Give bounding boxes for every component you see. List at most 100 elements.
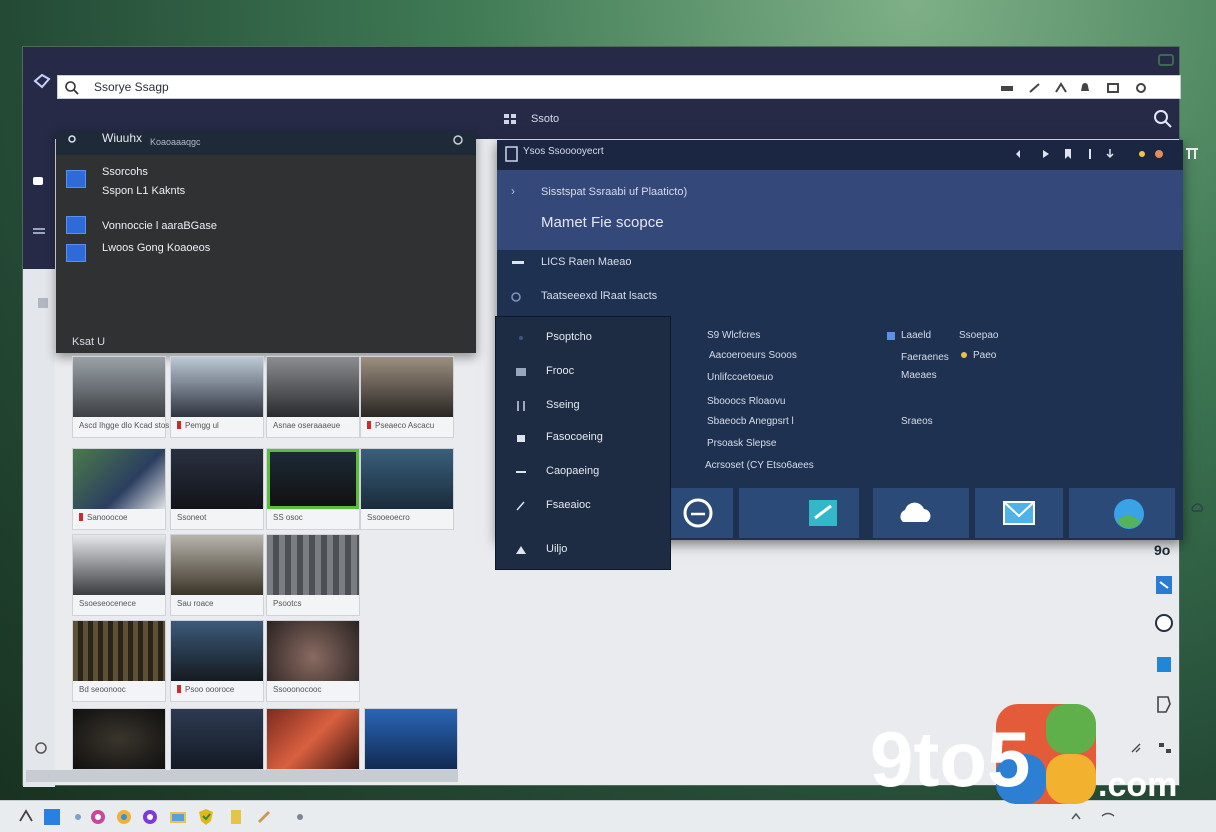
left-rail: [23, 139, 55, 269]
col2-item[interactable]: Acrsoset (CY Etso6aees: [705, 460, 814, 471]
photo-tile[interactable]: SS osoc: [266, 448, 360, 530]
picture-icon[interactable]: [37, 297, 49, 309]
explorer-icon[interactable]: [42, 807, 62, 827]
mail-tile[interactable]: [975, 488, 1063, 538]
settings-icon[interactable]: [1134, 82, 1148, 94]
menu-item-properties[interactable]: Psoptcho: [496, 323, 670, 353]
document-icon: [505, 146, 518, 162]
tools-icon[interactable]: [254, 807, 274, 827]
col3-item[interactable]: Maeaes: [901, 370, 937, 381]
globe-tile[interactable]: [1069, 488, 1175, 538]
avatar[interactable]: [1155, 150, 1163, 158]
menu-item-features[interactable]: Fsaeaioc: [496, 491, 670, 521]
chat-icon[interactable]: [31, 175, 47, 189]
col4-item[interactable]: Paeo: [973, 350, 996, 361]
col2-item[interactable]: Sbaeocb Anegpsrt l: [707, 416, 794, 427]
panel-item-2-line2[interactable]: Lwoos Gong Koaoeos: [102, 242, 210, 254]
cloud-tile[interactable]: [873, 488, 969, 538]
list-icon[interactable]: [31, 225, 47, 239]
col2-item[interactable]: Aacoeroeurs Sooos: [709, 350, 797, 361]
gear-icon[interactable]: [452, 134, 464, 146]
bookmark-icon[interactable]: [1063, 148, 1073, 160]
panel-item-2-line1[interactable]: Vonnoccie l aaraBGase: [102, 220, 217, 232]
photo-tile[interactable]: Bd seoonooc: [72, 620, 166, 702]
col2-item[interactable]: Sbooocs Rloaovu: [707, 396, 785, 407]
photo-tile[interactable]: [364, 708, 458, 770]
settings-app-icon[interactable]: [290, 807, 310, 827]
browser-icon[interactable]: [88, 807, 108, 827]
share-icon[interactable]: [1105, 148, 1115, 160]
col3-item[interactable]: Sraeos: [901, 416, 933, 427]
watermark-logo: 9to5 .com: [870, 704, 1177, 804]
expand-icon[interactable]: [1106, 82, 1120, 94]
tile-caption: Asnae oseraaaeue: [273, 421, 341, 430]
pin-icon[interactable]: [1085, 148, 1095, 160]
download-icon[interactable]: [1152, 574, 1176, 596]
firefox-icon[interactable]: [140, 807, 160, 827]
window-menu-icon[interactable]: [1157, 53, 1175, 67]
search-bar[interactable]: Ssorye Ssagp: [57, 75, 1181, 99]
menu-item-label: Uiljo: [546, 543, 568, 555]
undo-icon[interactable]: [1013, 148, 1027, 160]
search-icon: [65, 81, 79, 95]
start-icon[interactable]: [16, 807, 36, 827]
wifi-icon[interactable]: [1098, 807, 1118, 827]
photo-tile[interactable]: Ascd Ihgge dlo Kcad stos doo: [72, 356, 185, 438]
store-tile[interactable]: [739, 488, 859, 538]
close-icon[interactable]: [1185, 148, 1199, 160]
photo-tile[interactable]: Pseaeco Ascacu: [360, 356, 454, 438]
photo-tile[interactable]: Psootcs: [266, 534, 360, 616]
photo-tile[interactable]: [266, 708, 360, 770]
cloud-sync-icon[interactable]: [1190, 502, 1204, 514]
menu-item-copying[interactable]: Caopaeing: [496, 457, 670, 487]
photo-tile[interactable]: [72, 708, 166, 770]
notes-icon[interactable]: [226, 807, 246, 827]
help-icon[interactable]: [33, 741, 49, 755]
scrollbar[interactable]: [26, 770, 458, 782]
row-1[interactable]: LICS Raen Maeao: [541, 256, 632, 268]
col2-item[interactable]: Unlifccoetoeuo: [707, 372, 773, 383]
photo-tile[interactable]: Sanooocoe: [72, 448, 166, 530]
search-input[interactable]: Ssorye Ssagp: [94, 80, 169, 94]
panel-item-1-line1[interactable]: Ssorcohs: [102, 166, 148, 178]
redo-icon[interactable]: [1041, 148, 1051, 160]
photo-tile[interactable]: Sau roace: [170, 534, 264, 616]
smiley-icon[interactable]: [1152, 612, 1176, 634]
menu-item-frooc[interactable]: Frooc: [496, 357, 670, 387]
col3-item[interactable]: Faeraenes: [901, 352, 949, 363]
tile-caption: Ascd Ihgge dlo Kcad stos doo: [79, 421, 185, 430]
col4-item[interactable]: Ssoepao: [959, 330, 998, 341]
minimize-icon[interactable]: [1000, 82, 1014, 94]
tray-icon[interactable]: [1066, 807, 1086, 827]
col2-item[interactable]: S9 Wlcfcres: [707, 330, 760, 341]
panel-item-1-line2[interactable]: Sspon L1 Kaknts: [102, 185, 185, 197]
photo-tile[interactable]: Asnae oseraaaeue: [266, 356, 360, 438]
row-2[interactable]: Taatseeexd lRaat lsacts: [541, 290, 657, 302]
photo-tile[interactable]: Ssooeoecro: [360, 448, 454, 530]
magnifier-icon[interactable]: [1153, 109, 1173, 129]
menu-item-settings[interactable]: Sseing: [496, 391, 670, 421]
item-icon: [66, 244, 86, 262]
photo-tile[interactable]: Pemgg ul: [170, 356, 264, 438]
app-logo-icon[interactable]: [33, 73, 51, 89]
menu-item-focusing[interactable]: Fasocoeing: [496, 423, 670, 453]
edge-tile[interactable]: [671, 488, 733, 538]
chrome-icon[interactable]: [114, 807, 134, 827]
col2-item[interactable]: Prsoask Slepse: [707, 438, 776, 449]
selected-item[interactable]: › Sisstspat Ssraabi uf Plaaticto) Mamet …: [497, 170, 1183, 250]
grid-icon[interactable]: [503, 113, 517, 125]
square-icon[interactable]: [1152, 654, 1176, 676]
photo-tile[interactable]: [170, 708, 264, 770]
pen-icon[interactable]: [1028, 82, 1042, 94]
photo-tile[interactable]: Ssoneot: [170, 448, 264, 530]
photo-tile[interactable]: Psoo oooroce: [170, 620, 264, 702]
shield-icon[interactable]: [196, 807, 216, 827]
photo-tile[interactable]: Ssoeseocenece: [72, 534, 166, 616]
menu-item-help[interactable]: Uiljo: [496, 535, 670, 565]
up-icon[interactable]: [1054, 82, 1068, 94]
photo-tile[interactable]: Ssooonocooc: [266, 620, 360, 702]
folder-app-icon[interactable]: [168, 807, 188, 827]
pin-app-icon[interactable]: [68, 807, 88, 827]
bell-icon[interactable]: [1078, 82, 1092, 94]
col3-item[interactable]: Laaeld: [901, 330, 931, 341]
